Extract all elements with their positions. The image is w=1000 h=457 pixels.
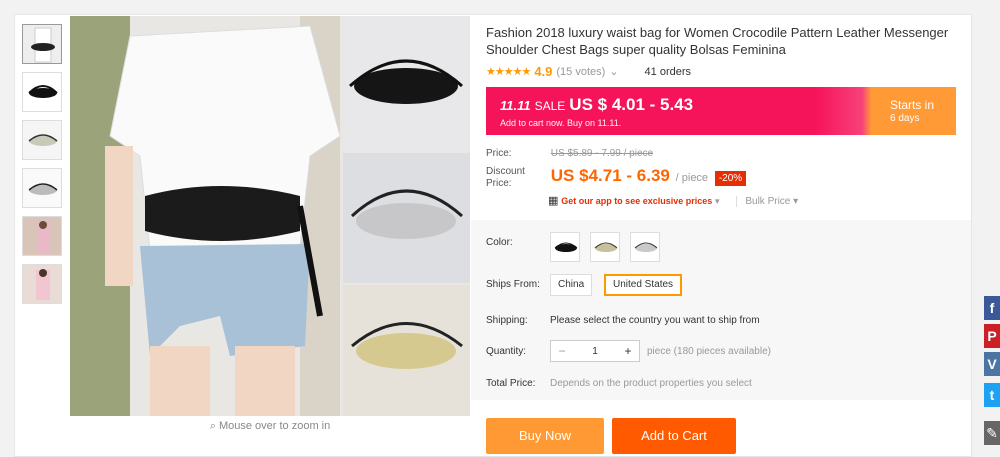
ships-from-china[interactable]: China — [550, 274, 593, 296]
color-swatch-gold[interactable] — [590, 232, 620, 262]
product-page: ⌕ Mouse over to zoom in Fashion 2018 lux… — [0, 0, 1000, 457]
starts-in-value: 6 days — [890, 113, 920, 124]
buy-now-button[interactable]: Buy Now — [486, 418, 604, 454]
sale-price: US $ 4.01 - 5.43 — [569, 95, 694, 114]
zoom-hint: ⌕ Mouse over to zoom in — [70, 420, 470, 433]
sale-label: SALE — [534, 99, 566, 113]
thumbnail-5[interactable] — [22, 216, 62, 256]
product-info: Fashion 2018 luxury waist bag for Women … — [486, 24, 966, 79]
sale-banner: 11.11 SALE US $ 4.01 - 5.43 Add to cart … — [486, 87, 956, 135]
price-label: Price: — [486, 148, 512, 159]
app-promo-link[interactable]: Get our app to see exclusive prices — [561, 196, 712, 206]
total-price-text: Depends on the product properties you se… — [550, 378, 752, 389]
thumbnail-1[interactable] — [22, 24, 62, 64]
thumbnail-list — [22, 24, 64, 312]
qr-code-icon: ▦ — [548, 195, 559, 207]
sale-subtext: Add to cart now. Buy on 11.11. — [500, 118, 622, 128]
thumbnail-3[interactable] — [22, 120, 62, 160]
ships-from-united-states[interactable]: United States — [604, 274, 683, 296]
product-main-image[interactable] — [70, 16, 470, 416]
shipping-label: Shipping: — [486, 315, 528, 326]
quantity-increase-button[interactable]: + — [617, 344, 639, 358]
thumbnail-6[interactable] — [22, 264, 62, 304]
discount-label: Discount Price: — [486, 166, 548, 190]
sale-event-label: 11.11 — [500, 98, 531, 113]
price-row: Price: US $5.89 - 7.99 / piece — [486, 148, 653, 159]
original-price: US $5.89 - 7.99 / piece — [550, 148, 654, 159]
quantity-label: Quantity: — [486, 346, 527, 357]
color-label: Color: — [486, 237, 513, 248]
add-to-cart-button[interactable]: Add to Cart — [612, 418, 736, 454]
color-swatch-black[interactable] — [550, 232, 580, 262]
starts-in-label: Starts in — [890, 98, 935, 112]
rating-score: 4.9 — [534, 64, 553, 79]
facebook-share-icon[interactable]: f — [984, 296, 1000, 320]
discount-badge: -20% — [714, 171, 747, 186]
quantity-input[interactable]: 1 — [573, 346, 617, 357]
total-price-label: Total Price: — [486, 378, 536, 389]
app-promo-row: ▦ Get our app to see exclusive prices ▾ … — [548, 194, 798, 207]
sale-countdown: Starts in 6 days — [890, 98, 934, 126]
discount-label-line2: Price: — [486, 178, 512, 189]
discount-label-line1: Discount — [486, 166, 525, 177]
rating-row: ★★★★★ 4.9 (15 votes) ⌄ 41 orders — [486, 64, 966, 79]
thumbnail-2[interactable] — [22, 72, 62, 112]
edit-icon[interactable]: ✎ — [984, 421, 1000, 445]
twitter-share-icon[interactable]: t — [984, 383, 1000, 407]
discount-price: US $4.71 - 6.39 — [550, 166, 670, 185]
chevron-down-icon[interactable]: ▾ — [715, 196, 720, 206]
bulk-price-link[interactable]: Bulk Price — [736, 196, 791, 207]
votes-count[interactable]: (15 votes) — [556, 66, 605, 78]
quantity-decrease-button[interactable]: − — [551, 344, 573, 358]
options-panel: Color: Ships From: China United States S… — [471, 220, 971, 400]
star-rating-icon[interactable]: ★★★★★ — [486, 65, 531, 78]
quantity-stepper: − 1 + — [550, 340, 640, 362]
quantity-available: piece (180 pieces available) — [647, 346, 771, 357]
per-piece: / piece — [675, 172, 709, 184]
vk-share-icon[interactable]: V — [984, 352, 1000, 376]
orders-count: 41 orders — [644, 65, 692, 78]
chevron-down-icon[interactable]: ▾ — [793, 196, 798, 207]
shipping-text: Please select the country you want to sh… — [550, 315, 760, 326]
ships-from-label: Ships From: — [486, 279, 540, 290]
zoom-hint-text: Mouse over to zoom in — [218, 420, 331, 432]
pinterest-share-icon[interactable]: P — [984, 324, 1000, 348]
magnifier-icon: ⌕ — [209, 420, 216, 432]
color-swatch-silver[interactable] — [630, 232, 660, 262]
thumbnail-4[interactable] — [22, 168, 62, 208]
product-title: Fashion 2018 luxury waist bag for Women … — [486, 25, 949, 57]
chevron-down-icon[interactable]: ⌄ — [609, 65, 618, 78]
discount-price-row: Discount Price: US $4.71 - 6.39 / piece … — [486, 166, 747, 190]
